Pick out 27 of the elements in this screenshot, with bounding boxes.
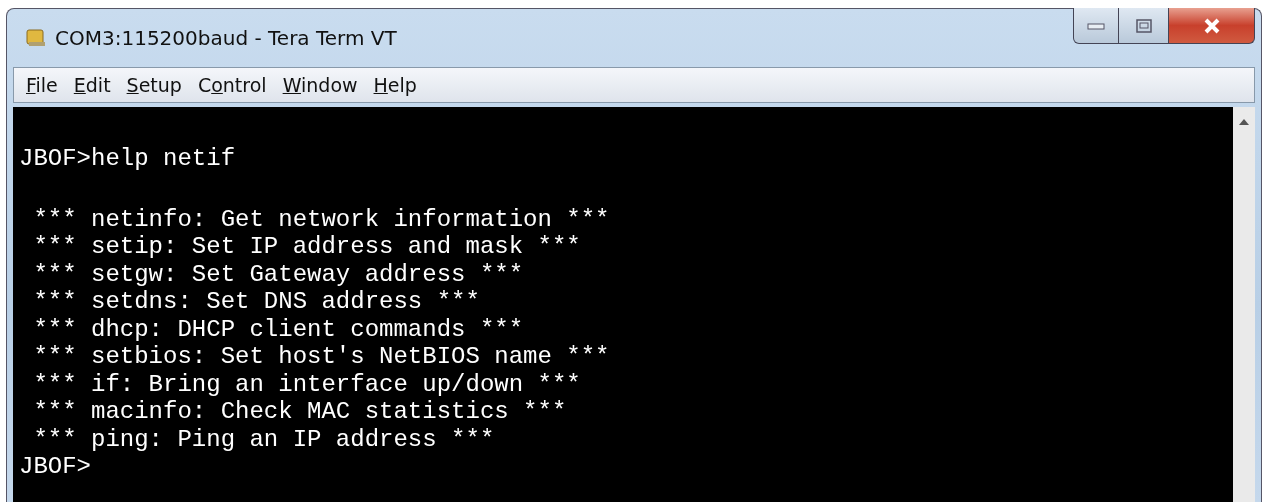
scrollbar[interactable] [1233, 107, 1255, 502]
output-line: *** macinfo: Check MAC statistics *** [32, 398, 568, 426]
maximize-icon [1135, 18, 1152, 33]
output-line: *** setdns: Set DNS address *** [32, 288, 481, 316]
output-line: *** ping: Ping an IP address *** [32, 425, 496, 453]
maximize-button[interactable] [1119, 8, 1169, 44]
menu-item[interactable]: Setup [118, 74, 190, 96]
minimize-icon [1087, 21, 1105, 30]
output-line: *** setip: Set IP address and mask *** [32, 233, 582, 261]
minimize-button[interactable] [1073, 8, 1119, 44]
output-line: *** setbios: Set host's NetBIOS name *** [32, 343, 611, 371]
menu-item[interactable]: Help [365, 74, 425, 96]
app-icon [25, 28, 47, 48]
output-line: *** dhcp: DHCP client commands *** [32, 315, 525, 343]
menu-item[interactable]: Window [274, 74, 366, 96]
output-line: *** if: Bring an interface up/down *** [32, 370, 582, 398]
command-line: JBOF>help netif [19, 145, 237, 173]
close-icon [1202, 17, 1221, 34]
close-button[interactable] [1169, 8, 1255, 44]
output-line: *** netinfo: Get network information *** [32, 205, 611, 233]
menu-item[interactable]: Edit [65, 74, 119, 96]
scroll-up-arrow-icon[interactable] [1239, 119, 1249, 125]
output-line: *** setgw: Set Gateway address *** [32, 260, 525, 288]
prompt-line: JBOF> [19, 453, 92, 481]
menu-item[interactable]: File [18, 74, 66, 96]
window-title: COM3:115200baud - Tera Term VT [55, 26, 397, 50]
menu-item[interactable]: Control [189, 74, 275, 96]
